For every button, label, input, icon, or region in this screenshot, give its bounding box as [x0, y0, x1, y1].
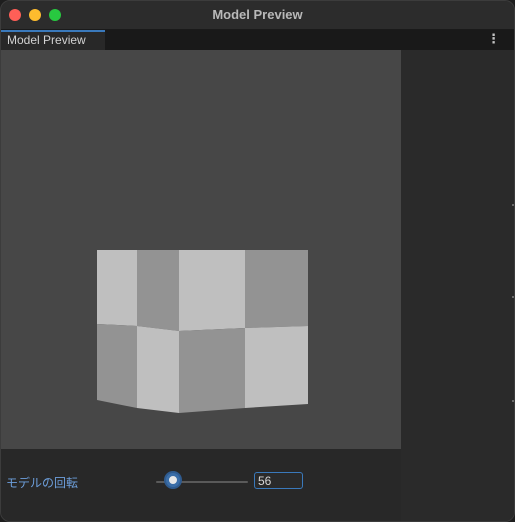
- resize-edge-marker: [512, 296, 514, 298]
- cube-tile: [179, 328, 245, 413]
- cube-render: [97, 250, 308, 413]
- cube-tile: [245, 250, 308, 328]
- rotation-value-field[interactable]: [254, 472, 303, 489]
- resize-edge-marker: [512, 204, 514, 206]
- preview-viewport[interactable]: [1, 50, 401, 449]
- rotation-label: モデルの回転: [6, 476, 79, 490]
- cube-tile: [97, 250, 137, 326]
- cube-tile: [137, 250, 179, 331]
- rotation-slider-knob[interactable]: [166, 473, 180, 487]
- title-bar: Model Preview: [1, 1, 514, 30]
- inspector-side-area: [401, 50, 514, 521]
- cube-tile: [97, 324, 137, 408]
- resize-edge-marker: [512, 400, 514, 402]
- panel-content: モデルの回転: [1, 50, 514, 521]
- cube-tile: [245, 326, 308, 408]
- cube-tile: [179, 250, 245, 331]
- tab-model-preview[interactable]: Model Preview: [1, 30, 105, 50]
- tab-bar: Model Preview ⋮: [1, 30, 514, 50]
- kebab-menu-icon[interactable]: ⋮: [487, 32, 500, 46]
- rotation-control-row: モデルの回転: [1, 470, 401, 494]
- model-preview-window: Model Preview Model Preview ⋮ モデルの回転 56: [0, 0, 515, 522]
- cube-tile: [137, 326, 179, 413]
- window-title: Model Preview: [212, 7, 303, 22]
